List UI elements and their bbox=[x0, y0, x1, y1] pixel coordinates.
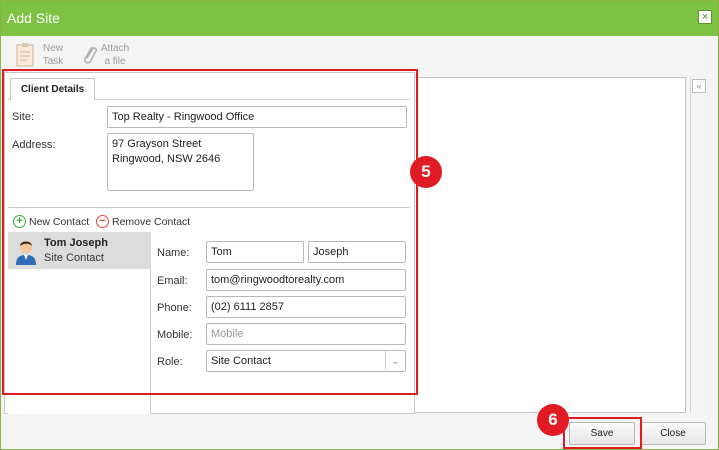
chevron-down-icon: ⌄ bbox=[385, 351, 405, 371]
name-label: Name: bbox=[157, 247, 190, 259]
new-task-button[interactable]: New Task bbox=[14, 42, 66, 70]
plus-circle-icon: + bbox=[13, 215, 26, 228]
last-name-input[interactable]: Joseph bbox=[308, 241, 406, 263]
title-bar: Add Site × bbox=[1, 1, 718, 36]
contact-role: Site Contact bbox=[44, 252, 104, 264]
phone-label: Phone: bbox=[157, 302, 192, 314]
remove-contact-label: Remove Contact bbox=[112, 216, 191, 228]
email-field[interactable]: tom@ringwoodtorealty.com bbox=[206, 269, 406, 291]
role-select-value: Site Contact bbox=[211, 355, 271, 367]
contact-name: Tom Joseph bbox=[44, 237, 108, 249]
contact-list: Tom Joseph Site Contact bbox=[8, 232, 151, 414]
step-6-badge: 6 bbox=[537, 404, 569, 436]
mobile-label: Mobile: bbox=[157, 329, 193, 341]
close-icon[interactable]: × bbox=[698, 10, 712, 24]
dialog-title: Add Site bbox=[7, 10, 60, 26]
role-label: Role: bbox=[157, 356, 183, 368]
address-label: Address: bbox=[12, 139, 56, 151]
minus-circle-icon: − bbox=[96, 215, 109, 228]
site-label: Site: bbox=[12, 111, 35, 123]
role-select[interactable]: Site Contact ⌄ bbox=[206, 350, 406, 372]
site-input[interactable]: Top Realty - Ringwood Office bbox=[107, 106, 407, 128]
save-button[interactable]: Save bbox=[569, 422, 635, 445]
avatar bbox=[16, 241, 36, 265]
close-button[interactable]: Close bbox=[640, 422, 706, 445]
attach-file-label: Attach a file bbox=[100, 43, 130, 67]
new-contact-label: New Contact bbox=[29, 216, 90, 228]
address-input[interactable]: 97 Grayson Street Ringwood, NSW 2646 bbox=[107, 133, 254, 191]
remove-contact-button[interactable]: − Remove Contact bbox=[96, 215, 191, 229]
collapse-panel-icon[interactable]: « bbox=[692, 79, 706, 93]
new-task-label: New Task bbox=[42, 43, 64, 67]
list-item[interactable]: Tom Joseph Site Contact bbox=[8, 232, 151, 269]
attach-file-button[interactable]: Attach a file bbox=[78, 42, 138, 70]
first-name-input[interactable]: Tom bbox=[206, 241, 304, 263]
new-contact-button[interactable]: + New Contact bbox=[13, 215, 93, 229]
email-label: Email: bbox=[157, 275, 188, 287]
side-panel bbox=[411, 77, 686, 413]
tab-client-details[interactable]: Client Details bbox=[10, 78, 95, 100]
new-task-icon bbox=[16, 43, 34, 67]
side-panel-rail bbox=[690, 77, 708, 413]
step-5-badge: 5 bbox=[410, 156, 442, 188]
paperclip-icon bbox=[84, 46, 98, 64]
section-divider bbox=[8, 207, 410, 208]
phone-field[interactable]: (02) 6111 2857 bbox=[206, 296, 406, 318]
mobile-field[interactable]: Mobile bbox=[206, 323, 406, 345]
